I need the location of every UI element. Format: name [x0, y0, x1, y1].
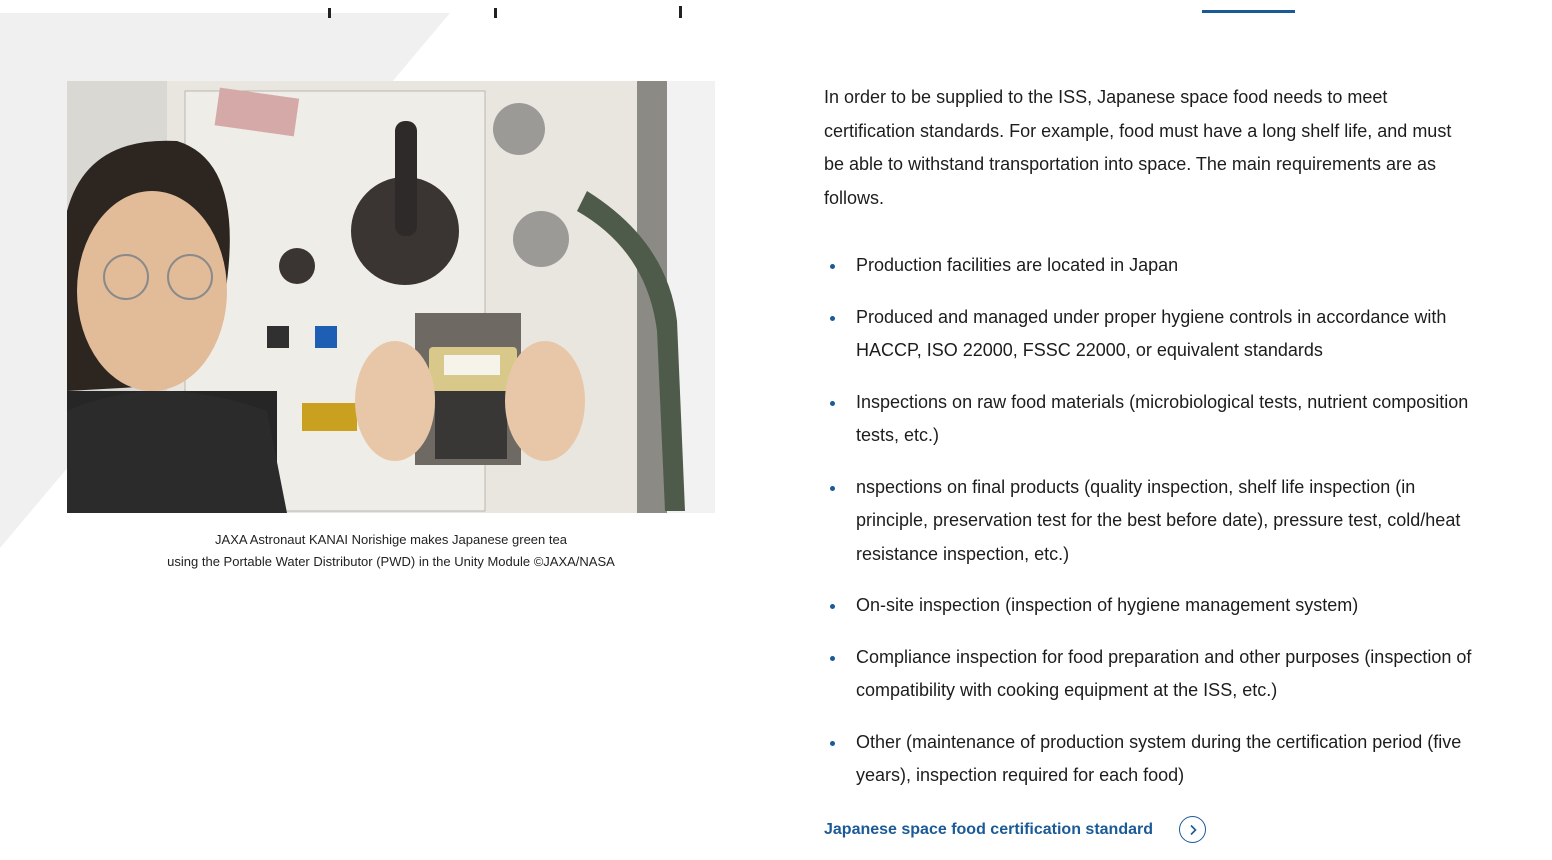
list-item-text: Compliance inspection for food preparati…: [856, 646, 1472, 701]
bullet-icon: [830, 315, 835, 321]
list-item: Other (maintenance of production system …: [824, 726, 1474, 793]
list-item-text: nspections on final products (quality in…: [856, 476, 1461, 564]
section-heading-fragment: [0, 0, 1552, 20]
bullet-icon: [830, 264, 835, 269]
bullet-icon: [830, 400, 835, 406]
list-item-text: Production facilities are located in Jap…: [856, 255, 1179, 275]
certification-standard-link[interactable]: Japanese space food certification standa…: [824, 816, 1206, 843]
list-item: Inspections on raw food materials (micro…: [824, 386, 1474, 453]
chevron-right-icon: [1189, 824, 1197, 835]
list-item-text: Other (maintenance of production system …: [856, 731, 1462, 786]
bullet-icon: [830, 655, 835, 661]
list-item-text: Produced and managed under proper hygien…: [856, 306, 1447, 361]
astronaut-photo: [67, 81, 715, 513]
list-item: nspections on final products (quality in…: [824, 471, 1474, 572]
caption-line-1: JAXA Astronaut KANAI Norishige makes Jap…: [215, 532, 567, 547]
bullet-icon: [830, 740, 835, 746]
list-item-text: On-site inspection (inspection of hygien…: [856, 595, 1359, 615]
requirements-section: In order to be supplied to the ISS, Japa…: [824, 81, 1474, 811]
list-item: Production facilities are located in Jap…: [824, 249, 1474, 283]
list-item: Produced and managed under proper hygien…: [824, 301, 1474, 368]
list-item: Compliance inspection for food preparati…: [824, 641, 1474, 708]
clipped-heading-glyphs: [328, 6, 682, 18]
photo-caption: JAXA Astronaut KANAI Norishige makes Jap…: [67, 529, 715, 573]
bullet-icon: [830, 485, 835, 491]
intro-paragraph: In order to be supplied to the ISS, Japa…: [824, 87, 1452, 208]
requirements-list: Production facilities are located in Jap…: [824, 249, 1474, 793]
certification-standard-link-label: Japanese space food certification standa…: [824, 820, 1153, 838]
chevron-right-circle-icon[interactable]: [1179, 816, 1206, 843]
list-item-text: Inspections on raw food materials (micro…: [856, 391, 1469, 446]
tab-active-indicator: [1202, 10, 1295, 13]
caption-line-2: using the Portable Water Distributor (PW…: [167, 554, 615, 569]
photo-figure: JAXA Astronaut KANAI Norishige makes Jap…: [67, 81, 715, 573]
bullet-icon: [830, 604, 835, 609]
list-item: On-site inspection (inspection of hygien…: [824, 589, 1474, 623]
